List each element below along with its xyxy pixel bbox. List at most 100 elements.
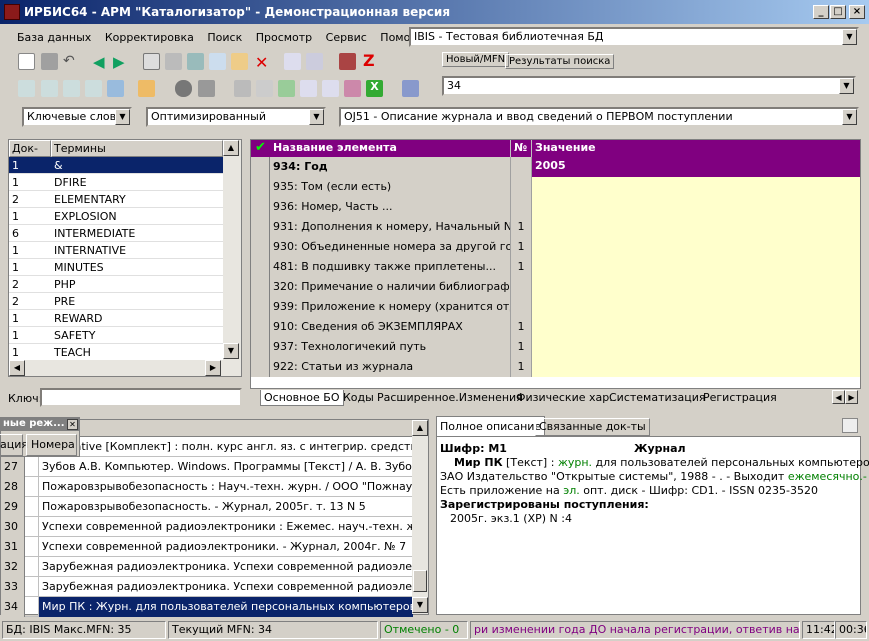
chevron-down-icon[interactable]: ▼ [842, 109, 857, 125]
editor-row-value[interactable] [531, 337, 860, 357]
editor-row-value[interactable]: 2005 [531, 157, 860, 177]
record-row[interactable]: 32 Зарубежная радиоэлектроника. Успехи со… [1, 557, 413, 577]
col-num-header[interactable]: № [510, 140, 531, 157]
dictionary-row[interactable]: 2 PRE [9, 293, 223, 310]
record-row[interactable]: 34 Мир ПК : Журн. для пользователей персо… [1, 597, 413, 617]
search-icon[interactable] [18, 80, 35, 97]
editor-row-name[interactable]: 934: Год [270, 157, 510, 177]
database-select[interactable]: IBIS - Тестовая библиотечная БД ▼ [409, 27, 859, 47]
editor-row-name[interactable]: 931: Дополнения к номеру, Начальный N в … [270, 217, 510, 237]
print-list-icon[interactable] [256, 80, 273, 97]
printer-icon[interactable] [234, 80, 251, 97]
col-name-header[interactable]: Название элемента [270, 140, 510, 157]
float-button-1[interactable]: ация [0, 434, 28, 456]
record-row[interactable]: 33 Зарубежная радиоэлектроника. Успехи со… [1, 577, 413, 597]
dictionary-row[interactable]: 1 MINUTES [9, 259, 223, 276]
editor-row-name[interactable]: 936: Номер, Часть ... [270, 197, 510, 217]
grid-icon[interactable] [165, 53, 182, 70]
close-icon[interactable]: ✕ [67, 419, 78, 430]
dictionary-row[interactable]: 1 REWARD [9, 310, 223, 327]
dictionary-row[interactable]: 6 INTERMEDIATE [9, 225, 223, 242]
record-text[interactable]: Пожаровзрывобезопасность. - Журнал, 2005… [39, 497, 413, 517]
tab-codes[interactable]: Коды [340, 390, 377, 405]
record-mark[interactable] [25, 457, 39, 477]
worksheet-select[interactable]: OJ51 - Описание журнала и ввод сведений … [339, 107, 859, 127]
key-input[interactable] [40, 388, 242, 407]
mfn-input[interactable]: 34 ▼ [442, 76, 856, 96]
copy-icon[interactable] [198, 80, 215, 97]
editor-row-value[interactable] [531, 197, 860, 217]
record-text[interactable]: Успехи современной радиоэлектроники : Еж… [39, 517, 413, 537]
tab-related-docs[interactable]: Связанные док-ты [535, 418, 650, 436]
chart-icon[interactable] [344, 80, 361, 97]
chevron-down-icon[interactable]: ▼ [839, 78, 854, 94]
close-button[interactable]: × [849, 5, 865, 19]
desc-link-monthly[interactable]: ежемесячно.- [788, 470, 867, 483]
dictionary-hscrollbar[interactable]: ◀ ▶ [9, 360, 241, 376]
library-icon[interactable] [339, 53, 356, 70]
scroll-right-icon[interactable]: ▶ [205, 360, 221, 376]
editor-row[interactable]: 481: В подшивку также приплетены... 1 [251, 257, 860, 277]
dictionary-type-select[interactable]: Ключевые слова ▼ [22, 107, 132, 127]
editor-row[interactable]: 930: Объединенные номера за другой год 1 [251, 237, 860, 257]
desc-link-journal[interactable]: журн. [558, 456, 592, 469]
editor-row[interactable]: 935: Том (если есть) [251, 177, 860, 197]
print-icon[interactable] [187, 53, 204, 70]
chevron-down-icon[interactable]: ▼ [842, 29, 857, 45]
find-icon[interactable] [85, 80, 102, 97]
mode-select[interactable]: Оптимизированный ▼ [146, 107, 326, 127]
record-mark[interactable] [25, 517, 39, 537]
menu-view[interactable]: Просмотр [251, 30, 317, 46]
tree-icon[interactable] [209, 53, 226, 70]
editor-row-value[interactable] [531, 257, 860, 277]
editor-row-name[interactable]: 937: Технологичекий путь [270, 337, 510, 357]
tab-search-results[interactable]: Результаты поиска [505, 54, 615, 69]
tree-view-icon[interactable] [107, 80, 124, 97]
dictionary-row[interactable]: 1 TEACH [9, 344, 223, 361]
edit-icon[interactable] [231, 53, 248, 70]
records-scrollbar[interactable]: ▲ ▼ [412, 420, 428, 614]
editor-row[interactable]: 922: Статьи из журнала 1 [251, 357, 860, 377]
editor-row[interactable]: 936: Номер, Часть ... [251, 197, 860, 217]
dictionary-row[interactable]: 2 PHP [9, 276, 223, 293]
new-document-icon[interactable] [18, 53, 35, 70]
scroll-left-icon[interactable]: ◀ [9, 360, 25, 376]
dictionary-scrollbar[interactable]: ▲ ▼ [223, 140, 241, 360]
clear-icon[interactable] [138, 80, 155, 97]
scroll-down-icon[interactable]: ▼ [223, 343, 239, 359]
editor-row-name[interactable]: 930: Объединенные номера за другой год [270, 237, 510, 257]
record-mark[interactable] [25, 477, 39, 497]
col-docs-header[interactable]: Док-ов [9, 140, 51, 170]
editor-row[interactable]: 934: Год 2005 [251, 157, 860, 177]
import-icon[interactable] [284, 53, 301, 70]
col-value-header[interactable]: Значение [531, 140, 860, 157]
scroll-up-icon[interactable]: ▲ [412, 420, 428, 436]
tab-physical[interactable]: Физические хар. [513, 390, 616, 405]
editor-row-name[interactable]: 481: В подшивку также приплетены... [270, 257, 510, 277]
tab-systematization[interactable]: Систематизация [606, 390, 709, 405]
dictionary-row[interactable]: 2 ELEMENTARY [9, 191, 223, 208]
editor-row-value[interactable] [531, 217, 860, 237]
editor-row-name[interactable]: 910: Сведения об ЭКЗЕМПЛЯРАХ [270, 317, 510, 337]
record-mark[interactable] [25, 557, 39, 577]
record-text[interactable]: Пожаровзрывобезопасность : Науч.-техн. ж… [39, 477, 413, 497]
dictionary-row[interactable]: 1 INTERNATIVE [9, 242, 223, 259]
dictionary-row[interactable]: 1 EXPLOSION [9, 208, 223, 225]
maximize-button[interactable]: □ [830, 5, 846, 19]
editor-row-name[interactable]: 922: Статьи из журнала [270, 357, 510, 377]
record-row[interactable]: 28 Пожаровзрывобезопасность : Науч.-техн.… [1, 477, 413, 497]
editor-row[interactable]: 939: Приложение к номеру (хранится отдел… [251, 297, 860, 317]
dictionary-row[interactable]: 1 DFIRE [9, 174, 223, 191]
minimize-button[interactable]: _ [813, 5, 829, 19]
record-row[interactable]: 30 Успехи современной радиоэлектроники : … [1, 517, 413, 537]
record-row[interactable]: 27 Зубов А.В. Компьютер. Windows. Програм… [1, 457, 413, 477]
record-mark[interactable] [25, 497, 39, 517]
editor-row-value[interactable] [531, 177, 860, 197]
scroll-thumb[interactable] [413, 570, 427, 592]
tabs-right-icon[interactable]: ▶ [845, 390, 858, 404]
record-text[interactable]: Зарубежная радиоэлектроника. Успехи совр… [39, 577, 413, 597]
float-button-numbers[interactable]: Номера [26, 434, 77, 456]
record-text[interactable]: Успехи современной радиоэлектроники. - Ж… [39, 537, 413, 557]
scroll-down-icon[interactable]: ▼ [412, 597, 428, 613]
editor-row[interactable]: 931: Дополнения к номеру, Начальный N в … [251, 217, 860, 237]
